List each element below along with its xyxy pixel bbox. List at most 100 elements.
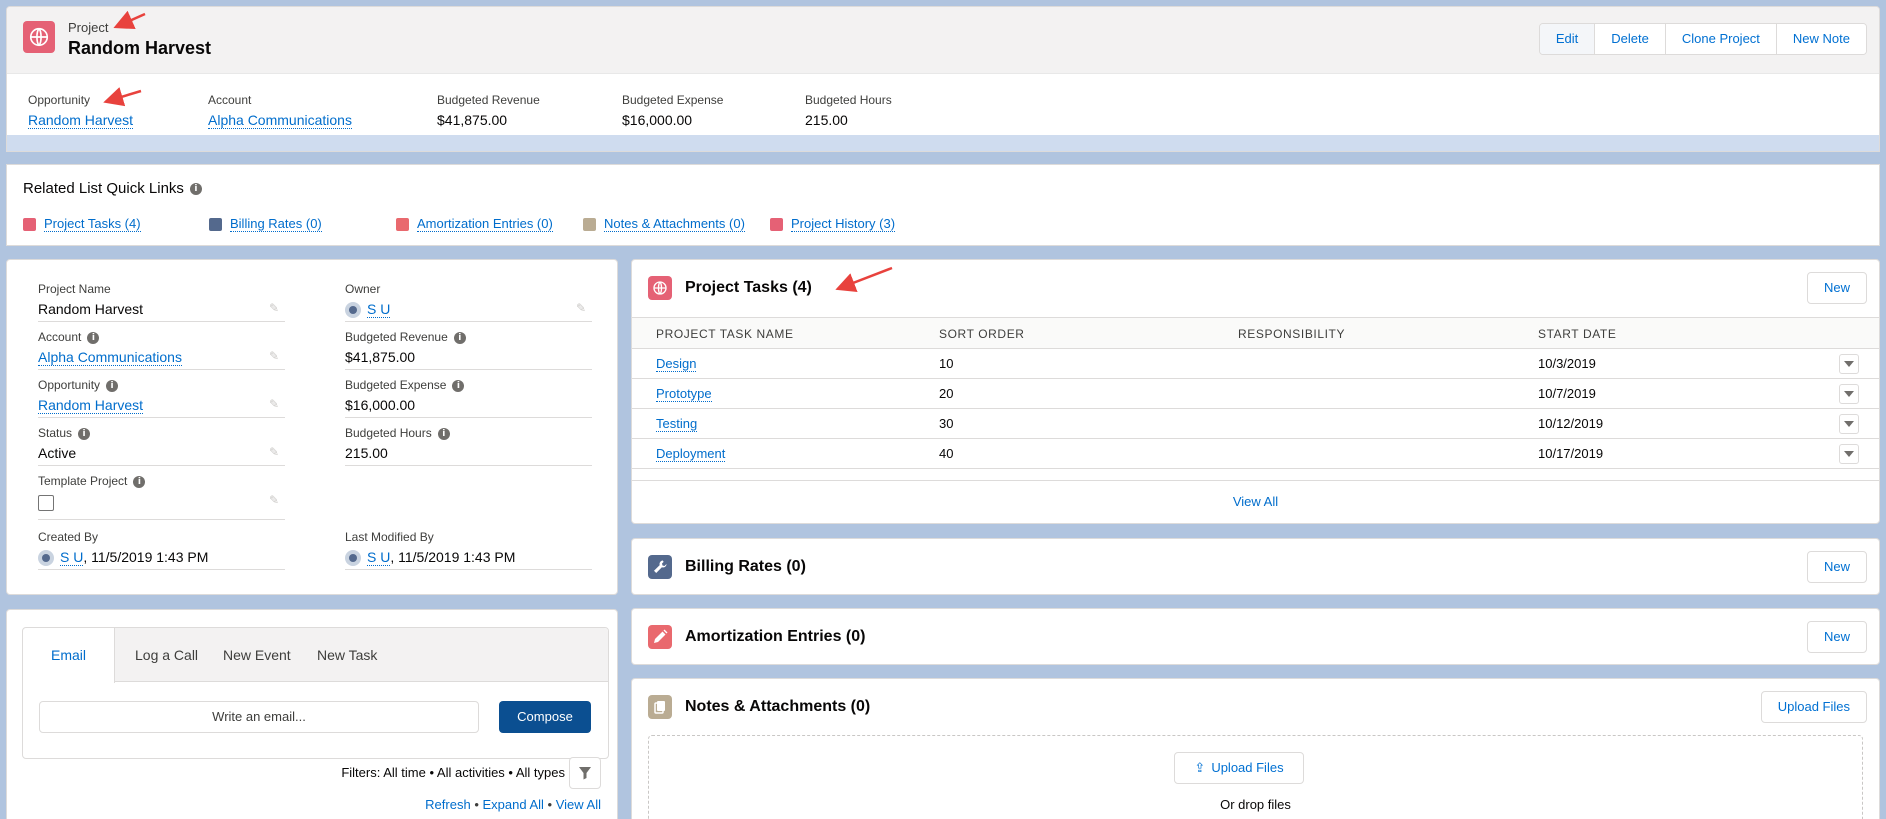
new-note-button[interactable]: New Note [1775, 24, 1866, 54]
related-list-quick-links: Related List Quick Links i Project Tasks … [6, 164, 1880, 246]
quick-link-label[interactable]: Project Tasks (4) [44, 216, 141, 232]
field-label: Budgeted Hours i [345, 426, 450, 440]
table-row: Prototype 20 10/7/2019 [632, 379, 1879, 409]
info-icon[interactable]: i [452, 379, 465, 392]
compose-button[interactable]: Compose [499, 701, 591, 733]
task-name-link[interactable]: Testing [656, 416, 698, 432]
account-link[interactable]: Alpha Communications [38, 349, 182, 366]
opportunity-link[interactable]: Random Harvest [28, 112, 134, 129]
amortization-entries-title[interactable]: Amortization Entries (0) [685, 628, 865, 646]
highlight-label: Budgeted Hours [805, 93, 892, 107]
field-value: Active [38, 445, 77, 461]
delete-button[interactable]: Delete [1594, 24, 1665, 54]
quick-link-label[interactable]: Billing Rates (0) [230, 216, 322, 232]
edit-pencil-icon[interactable]: ✎ [269, 301, 281, 315]
task-name-link[interactable]: Deployment [656, 446, 726, 462]
start-date-cell: 10/17/2019 [1538, 446, 1604, 461]
tab-log-a-call[interactable]: Log a Call [135, 628, 198, 682]
quick-link-amortization-entries[interactable]: Amortization Entries (0) [396, 216, 553, 232]
edit-pencil-icon[interactable]: ✎ [269, 445, 281, 459]
clone-project-button[interactable]: Clone Project [1664, 24, 1776, 54]
info-icon[interactable]: i [87, 331, 100, 344]
activity-filters-text: Filters: All time • All activities • All… [341, 765, 565, 780]
table-row: Deployment 40 10/17/2019 [632, 439, 1879, 469]
tab-new-event[interactable]: New Event [223, 628, 291, 682]
project-tasks-card: Project Tasks (4) New PROJECT TASK NAME … [631, 259, 1880, 524]
field-label: Created By [38, 530, 99, 544]
owner-value: S U [345, 301, 391, 319]
column-header[interactable]: START DATE [1538, 318, 1616, 350]
task-name-link[interactable]: Design [656, 356, 697, 372]
task-name-link[interactable]: Prototype [656, 386, 712, 402]
field-created-by: Created By S U, 11/5/2019 1:43 PM [38, 530, 285, 570]
info-icon[interactable]: i [78, 427, 91, 440]
separator: • [470, 797, 483, 812]
refresh-link[interactable]: Refresh [425, 797, 471, 812]
project-tasks-table: PROJECT TASK NAME SORT ORDER RESPONSIBIL… [632, 317, 1879, 469]
new-project-task-button[interactable]: New [1806, 272, 1867, 304]
avatar [345, 550, 361, 567]
start-date-cell: 10/7/2019 [1538, 386, 1596, 401]
info-icon[interactable]: i [437, 427, 450, 440]
view-all-activity-link[interactable]: View All [556, 797, 601, 812]
globe-icon [23, 217, 36, 231]
drop-zone-upload-button[interactable]: ⇪ Upload Files [1174, 752, 1304, 784]
row-actions-chevron-down-icon[interactable] [1839, 414, 1859, 434]
quick-link-project-history[interactable]: Project History (3) [770, 216, 896, 232]
field-status: Status i Active ✎ [38, 426, 285, 466]
opportunity-link[interactable]: Random Harvest [38, 397, 144, 414]
row-actions-chevron-down-icon[interactable] [1839, 384, 1859, 404]
edit-button[interactable]: Edit [1539, 24, 1595, 54]
template-project-checkbox[interactable] [38, 495, 54, 511]
tab-email[interactable]: Email [23, 628, 115, 683]
separator: • [543, 797, 556, 812]
new-amortization-entry-button[interactable]: New [1806, 621, 1867, 653]
tab-new-task[interactable]: New Task [317, 628, 377, 682]
quick-link-label[interactable]: Notes & Attachments (0) [604, 216, 745, 232]
account-link[interactable]: Alpha Communications [208, 112, 352, 129]
billing-rates-title[interactable]: Billing Rates (0) [685, 558, 806, 576]
highlight-budgeted-expense: Budgeted Expense $16,000.00 [622, 93, 723, 128]
edit-pencil-icon[interactable]: ✎ [269, 349, 281, 363]
field-account: Account i Alpha Communications ✎ [38, 330, 285, 370]
filter-icon[interactable] [569, 757, 601, 789]
column-header[interactable]: PROJECT TASK NAME [656, 318, 794, 350]
created-by-user-link[interactable]: S U [60, 549, 84, 566]
quick-link-label[interactable]: Project History (3) [791, 216, 896, 232]
upload-files-button[interactable]: Upload Files [1760, 691, 1867, 723]
field-label: Budgeted Expense i [345, 378, 465, 392]
field-budgeted-expense: Budgeted Expense i $16,000.00 [345, 378, 592, 418]
edit-pencil-icon[interactable]: ✎ [269, 397, 281, 411]
row-actions-chevron-down-icon[interactable] [1839, 444, 1859, 464]
owner-user-link[interactable]: S U [367, 301, 391, 318]
quick-link-project-tasks[interactable]: Project Tasks (4) [23, 216, 141, 232]
billing-rates-card: Billing Rates (0) New [631, 538, 1880, 595]
activity-composer: Email Log a Call New Event New Task Writ… [22, 627, 609, 759]
view-all-project-tasks-link[interactable]: View All [632, 480, 1879, 523]
change-owner-icon[interactable]: ✎ [576, 301, 588, 315]
row-actions-chevron-down-icon[interactable] [1839, 354, 1859, 374]
quick-link-billing-rates[interactable]: Billing Rates (0) [209, 216, 322, 232]
field-project-name: Project Name Random Harvest ✎ [38, 282, 285, 322]
header-actions: Edit Delete Clone Project New Note [1538, 23, 1867, 55]
project-tasks-title[interactable]: Project Tasks (4) [685, 279, 812, 297]
info-icon[interactable]: i [189, 183, 202, 196]
highlight-budgeted-revenue: Budgeted Revenue $41,875.00 [437, 93, 540, 128]
info-icon[interactable]: i [133, 475, 146, 488]
info-icon[interactable]: i [106, 379, 119, 392]
last-modified-by-user-link[interactable]: S U [367, 549, 391, 566]
edit-pencil-icon[interactable]: ✎ [269, 493, 281, 507]
header-title-bar: Project Random Harvest Edit Delete Clone… [7, 7, 1879, 74]
sort-order-cell: 20 [939, 386, 954, 401]
email-input[interactable]: Write an email... [39, 701, 479, 733]
quick-link-notes-attachments[interactable]: Notes & Attachments (0) [583, 216, 745, 232]
new-billing-rate-button[interactable]: New [1806, 551, 1867, 583]
expand-all-link[interactable]: Expand All [482, 797, 543, 812]
notes-attachments-title[interactable]: Notes & Attachments (0) [685, 698, 870, 716]
globe-icon [23, 21, 55, 53]
quick-link-label[interactable]: Amortization Entries (0) [417, 216, 553, 232]
created-by-value: S U, 11/5/2019 1:43 PM [38, 549, 208, 567]
column-header[interactable]: RESPONSIBILITY [1238, 318, 1345, 350]
column-header[interactable]: SORT ORDER [939, 318, 1025, 350]
info-icon[interactable]: i [453, 331, 466, 344]
